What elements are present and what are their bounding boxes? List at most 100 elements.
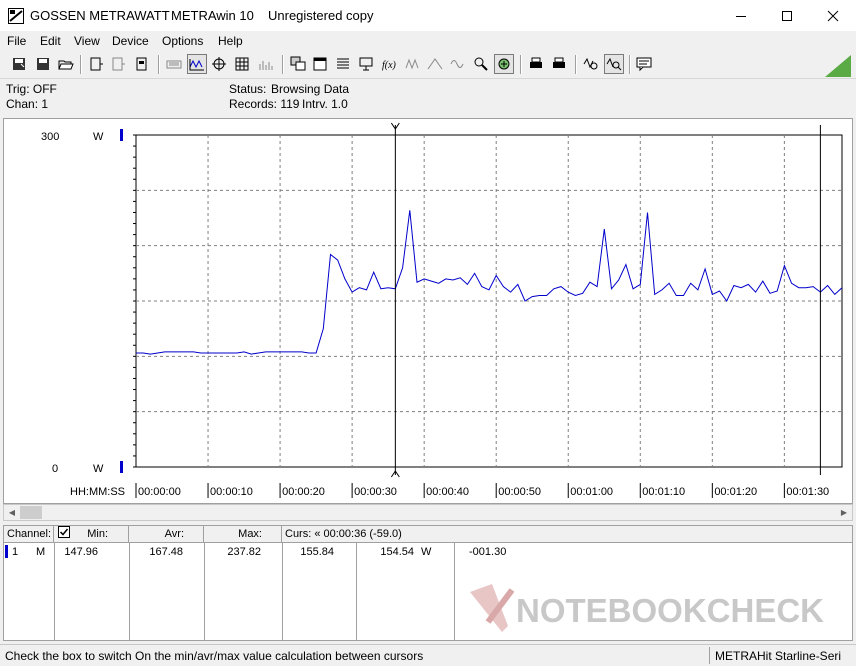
close-icon	[827, 10, 839, 21]
device-online-icon	[112, 57, 125, 71]
y-top-label: 300	[41, 131, 59, 143]
toolbar-separator	[158, 55, 160, 74]
x-tick-label: 00:00:00	[138, 486, 181, 498]
printer-icon	[553, 57, 565, 68]
status-triangle-icon	[825, 55, 851, 77]
scale-marker-bottom	[120, 461, 123, 473]
row-cursor2: 154.54	[380, 546, 414, 558]
computer-button[interactable]	[356, 54, 376, 74]
window-tile-button[interactable]	[310, 54, 330, 74]
watermark-text: NOTEBOOKCHECK	[516, 592, 824, 629]
save-button[interactable]	[33, 54, 53, 74]
column-divider	[454, 543, 455, 640]
y-bottom-label: 0	[52, 463, 58, 475]
maximize-button[interactable]	[764, 0, 810, 31]
time-axis-label: HH:MM:SS	[70, 486, 125, 498]
channel-status: Chan: 1	[6, 97, 49, 111]
interval-value: Intrv. 1.0	[302, 97, 348, 111]
cursor-zoom-icon	[606, 57, 622, 71]
minmax-checkbox-header: Min:	[54, 526, 129, 543]
histogram-button[interactable]	[256, 54, 276, 74]
cascade-icon	[290, 56, 306, 71]
waveform-button[interactable]	[448, 54, 468, 74]
keyboard-button[interactable]	[164, 54, 184, 74]
header-channel: Channel:	[4, 526, 54, 543]
device-read-icon	[90, 57, 103, 71]
trend-chart[interactable]: 300 0 W W HH:MM:SS 00:00:00 00:00:10 00:00:20 00…	[4, 119, 852, 503]
formula-button[interactable]: f(x)	[379, 54, 399, 74]
list-icon	[337, 58, 349, 69]
x-tick-label: 00:01:30	[786, 486, 829, 498]
header-max-cell: Max:	[204, 526, 282, 543]
x-tick-label: 00:00:40	[426, 486, 469, 498]
histogram-icon	[259, 61, 273, 70]
minimize-icon	[736, 15, 746, 17]
maximize-icon	[782, 10, 792, 21]
toolbar-separator	[575, 55, 577, 74]
filter-button[interactable]	[403, 54, 423, 74]
zoom-in-button[interactable]	[471, 54, 491, 74]
device-config-button[interactable]	[132, 54, 152, 74]
new-button[interactable]	[9, 54, 29, 74]
minmax-checkbox[interactable]	[58, 526, 70, 538]
scroll-left-icon[interactable]: ◀	[5, 506, 19, 519]
row-max: 237.82	[227, 546, 261, 558]
x-tick-label: 00:00:30	[354, 486, 397, 498]
open-button[interactable]	[56, 54, 76, 74]
trend-wave-icon	[189, 59, 204, 71]
window-cascade-button[interactable]	[288, 54, 308, 74]
print-button[interactable]	[549, 54, 569, 74]
device-read-button[interactable]	[86, 54, 106, 74]
window-app-name: METRAwin 10	[171, 8, 254, 23]
formula-icon: f(x)	[382, 60, 397, 71]
scroll-right-icon[interactable]: ▶	[837, 506, 851, 519]
notebookcheck-watermark: NOTEBOOKCHECK	[470, 584, 824, 632]
speech-bubble-icon	[636, 57, 652, 72]
window-license: Unregistered copy	[268, 8, 374, 23]
cursor-zoom-button[interactable]	[604, 54, 624, 74]
menu-help[interactable]: Help	[218, 34, 243, 48]
info-bar: Trig: OFF Chan: 1 Status: Browsing Data …	[0, 79, 856, 115]
close-button[interactable]	[810, 0, 856, 31]
y-unit-bottom: W	[93, 463, 104, 475]
row-mode: M	[36, 546, 46, 558]
x-tick-label: 00:00:20	[282, 486, 325, 498]
signal-icon	[405, 58, 419, 70]
cursor-measure-icon	[583, 57, 598, 70]
menu-edit[interactable]: Edit	[40, 34, 61, 48]
column-divider	[129, 543, 130, 640]
header-avr-cell: Avr:	[129, 526, 204, 543]
row-channel-number: 1	[12, 546, 19, 558]
toolbar-separator	[80, 55, 82, 74]
trend-view-button[interactable]	[187, 54, 207, 74]
menu-options[interactable]: Options	[162, 34, 203, 48]
cursor-measure-button[interactable]	[581, 54, 601, 74]
comment-button[interactable]	[634, 54, 654, 74]
device-online-button[interactable]	[108, 54, 128, 74]
menu-file[interactable]: File	[7, 34, 26, 48]
window-brand: GOSSEN METRAWATT	[30, 8, 170, 23]
status-hint: Check the box to switch On the min/avr/m…	[5, 649, 424, 663]
autoscale-button[interactable]	[494, 54, 514, 74]
device-config-icon	[136, 57, 147, 71]
scrollbar-thumb[interactable]	[20, 506, 42, 519]
horizontal-scrollbar[interactable]: ◀ ▶	[3, 504, 853, 521]
printer-icon	[530, 57, 542, 68]
print-preview-button[interactable]	[526, 54, 546, 74]
x-tick-label: 00:01:10	[642, 486, 685, 498]
table-view-button[interactable]	[232, 54, 252, 74]
column-divider	[54, 543, 55, 640]
check-icon	[59, 528, 69, 536]
menu-device[interactable]: Device	[112, 34, 149, 48]
minimize-button[interactable]	[718, 0, 764, 31]
header-max: Max:	[238, 528, 262, 540]
crosshair-button[interactable]	[209, 54, 229, 74]
peak-button[interactable]	[425, 54, 445, 74]
x-tick-label: 00:00:10	[210, 486, 253, 498]
list-view-button[interactable]	[333, 54, 353, 74]
scale-marker-top	[120, 129, 123, 141]
menu-bar: File Edit View Device Options Help	[0, 31, 856, 51]
waveform-icon	[450, 60, 464, 68]
menu-view[interactable]: View	[74, 34, 100, 48]
status-device: METRAHit Starline-Seri	[715, 649, 842, 663]
